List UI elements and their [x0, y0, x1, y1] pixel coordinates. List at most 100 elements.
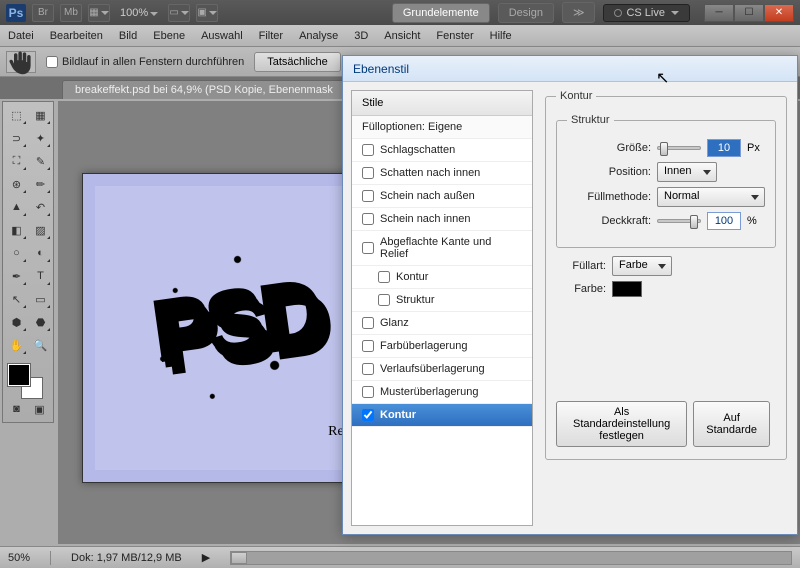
style-verlaufsueberlagerung[interactable]: Verlaufsüberlagerung — [352, 358, 532, 381]
style-schatten-innen[interactable]: Schatten nach innen — [352, 162, 532, 185]
view-extras-icon[interactable]: ▦ — [88, 4, 110, 22]
status-zoom[interactable]: 50% — [8, 552, 30, 564]
style-musterueberlagerung[interactable]: Musterüberlagerung — [352, 381, 532, 404]
cslive-button[interactable]: CS Live — [603, 4, 690, 22]
menu-datei[interactable]: Datei — [8, 30, 34, 42]
type-tool[interactable]: T — [29, 265, 52, 287]
groesse-unit: Px — [747, 142, 765, 154]
dodge-tool[interactable]: ◐ — [29, 242, 52, 264]
eyedropper-tool[interactable]: ✎ — [29, 150, 52, 172]
fuellmethode-dropdown[interactable]: Normal — [657, 187, 765, 207]
deckkraft-input[interactable] — [707, 212, 741, 230]
document-tab[interactable]: breakeffekt.psd bei 64,9% (PSD Kopie, Eb… — [62, 80, 346, 99]
style-schlagschatten[interactable]: Schlagschatten — [352, 139, 532, 162]
hand-tool[interactable]: ✋ — [5, 334, 28, 356]
styles-list: Stile Fülloptionen: Eigene Schlagschatte… — [351, 90, 533, 526]
brush-tool[interactable]: ✏ — [29, 173, 52, 195]
screenmode-toggle[interactable]: ▣ — [28, 398, 51, 420]
menu-filter[interactable]: Filter — [259, 30, 283, 42]
color-swatches[interactable] — [5, 361, 52, 397]
path-tool[interactable]: ↖ — [5, 288, 28, 310]
deckkraft-unit: % — [747, 215, 765, 227]
style-glanz[interactable]: Glanz — [352, 312, 532, 335]
style-settings-panel: Kontur Struktur Größe: Px Position: Inne… — [533, 82, 797, 534]
pen-tool[interactable]: ✒ — [5, 265, 28, 287]
zoom-tool[interactable]: 🔍 — [29, 334, 52, 356]
tool-palette: ⬚ ▦ ⊃ ✦ ⛶ ✎ ⊛ ✏ ▲ ↶ ◧ ▨ ○ ◐ ✒ T ↖ ▭ ⬢ ⬣ … — [2, 101, 54, 423]
minimize-button[interactable]: ─ — [704, 4, 734, 22]
hand-icon — [7, 48, 35, 76]
layer-style-dialog: Ebenenstil Stile Fülloptionen: Eigene Sc… — [342, 55, 798, 535]
quickmask-toggle[interactable]: ◙ — [5, 398, 28, 420]
workspace-more[interactable]: ≫ — [562, 2, 596, 23]
farbe-swatch[interactable] — [612, 281, 642, 297]
marquee-tool[interactable]: ▦ — [29, 104, 52, 126]
position-label: Position: — [567, 166, 651, 178]
actual-pixels-button[interactable]: Tatsächliche — [254, 52, 341, 72]
status-arrow-icon[interactable]: ▶ — [202, 551, 210, 564]
menu-ebene[interactable]: Ebene — [153, 30, 185, 42]
canvas-art-text: PSD — [149, 265, 329, 390]
fuellmethode-label: Füllmethode: — [567, 191, 651, 203]
crop-tool[interactable]: ⛶ — [5, 150, 28, 172]
3d-camera-tool[interactable]: ⬣ — [29, 311, 52, 333]
screenmode-icon[interactable]: ▣ — [196, 4, 218, 22]
groesse-input[interactable] — [707, 139, 741, 157]
minibridge-icon[interactable]: Mb — [60, 4, 82, 22]
deckkraft-slider[interactable] — [657, 219, 701, 223]
menu-bearbeiten[interactable]: Bearbeiten — [50, 30, 103, 42]
lasso-tool[interactable]: ⊃ — [5, 127, 28, 149]
menu-bild[interactable]: Bild — [119, 30, 137, 42]
style-kontur-sub[interactable]: Kontur — [352, 266, 532, 289]
fill-options-item[interactable]: Fülloptionen: Eigene — [352, 116, 532, 139]
3d-tool[interactable]: ⬢ — [5, 311, 28, 333]
menubar: Datei Bearbeiten Bild Ebene Auswahl Filt… — [0, 25, 800, 47]
status-bar: 50% Dok: 1,97 MB/12,9 MB ▶ — [0, 546, 800, 568]
zoom-level[interactable]: 100% — [116, 7, 162, 19]
set-default-button[interactable]: Als Standardeinstellung festlegen — [556, 401, 687, 447]
scroll-all-windows-checkbox[interactable]: Bildlauf in allen Fenstern durchführen — [46, 56, 244, 68]
history-brush-tool[interactable]: ↶ — [29, 196, 52, 218]
menu-fenster[interactable]: Fenster — [436, 30, 473, 42]
close-button[interactable]: ✕ — [764, 4, 794, 22]
fuellart-dropdown[interactable]: Farbe — [612, 256, 672, 276]
stamp-tool[interactable]: ▲ — [5, 196, 28, 218]
style-farbueberlagerung[interactable]: Farbüberlagerung — [352, 335, 532, 358]
heal-tool[interactable]: ⊛ — [5, 173, 28, 195]
style-schein-aussen[interactable]: Schein nach außen — [352, 185, 532, 208]
menu-hilfe[interactable]: Hilfe — [490, 30, 512, 42]
eraser-tool[interactable]: ◧ — [5, 219, 28, 241]
menu-analyse[interactable]: Analyse — [299, 30, 338, 42]
active-tool-indicator[interactable] — [6, 51, 36, 73]
style-kante-relief[interactable]: Abgeflachte Kante und Relief — [352, 231, 532, 266]
maximize-button[interactable]: ☐ — [734, 4, 764, 22]
blur-tool[interactable]: ○ — [5, 242, 28, 264]
menu-ansicht[interactable]: Ansicht — [384, 30, 420, 42]
style-kontur[interactable]: Kontur — [352, 404, 532, 427]
foreground-color[interactable] — [8, 364, 30, 386]
style-struktur-sub[interactable]: Struktur — [352, 289, 532, 312]
shape-tool[interactable]: ▭ — [29, 288, 52, 310]
position-dropdown[interactable]: Innen — [657, 162, 717, 182]
wand-tool[interactable]: ✦ — [29, 127, 52, 149]
titlebar: Ps Br Mb ▦ 100% ▭ ▣ Grundelemente Design… — [0, 0, 800, 25]
menu-3d[interactable]: 3D — [354, 30, 368, 42]
horizontal-scrollbar[interactable] — [230, 551, 792, 565]
bridge-icon[interactable]: Br — [32, 4, 54, 22]
groesse-slider[interactable] — [657, 146, 701, 150]
reset-default-button[interactable]: Auf Standarde — [693, 401, 770, 447]
menu-auswahl[interactable]: Auswahl — [201, 30, 243, 42]
workspace-grundelemente[interactable]: Grundelemente — [392, 3, 490, 23]
ps-logo: Ps — [6, 4, 26, 22]
gradient-tool[interactable]: ▨ — [29, 219, 52, 241]
dialog-titlebar[interactable]: Ebenenstil — [343, 56, 797, 82]
struktur-group: Struktur Größe: Px Position: Innen Füllm… — [556, 114, 776, 248]
move-tool[interactable]: ⬚ — [5, 104, 28, 126]
styles-header[interactable]: Stile — [352, 91, 532, 116]
arrange-icon[interactable]: ▭ — [168, 4, 190, 22]
workspace-design[interactable]: Design — [498, 3, 554, 23]
status-doc-size[interactable]: Dok: 1,97 MB/12,9 MB — [71, 552, 182, 564]
groesse-label: Größe: — [567, 142, 651, 154]
deckkraft-label: Deckkraft: — [567, 215, 651, 227]
style-schein-innen[interactable]: Schein nach innen — [352, 208, 532, 231]
